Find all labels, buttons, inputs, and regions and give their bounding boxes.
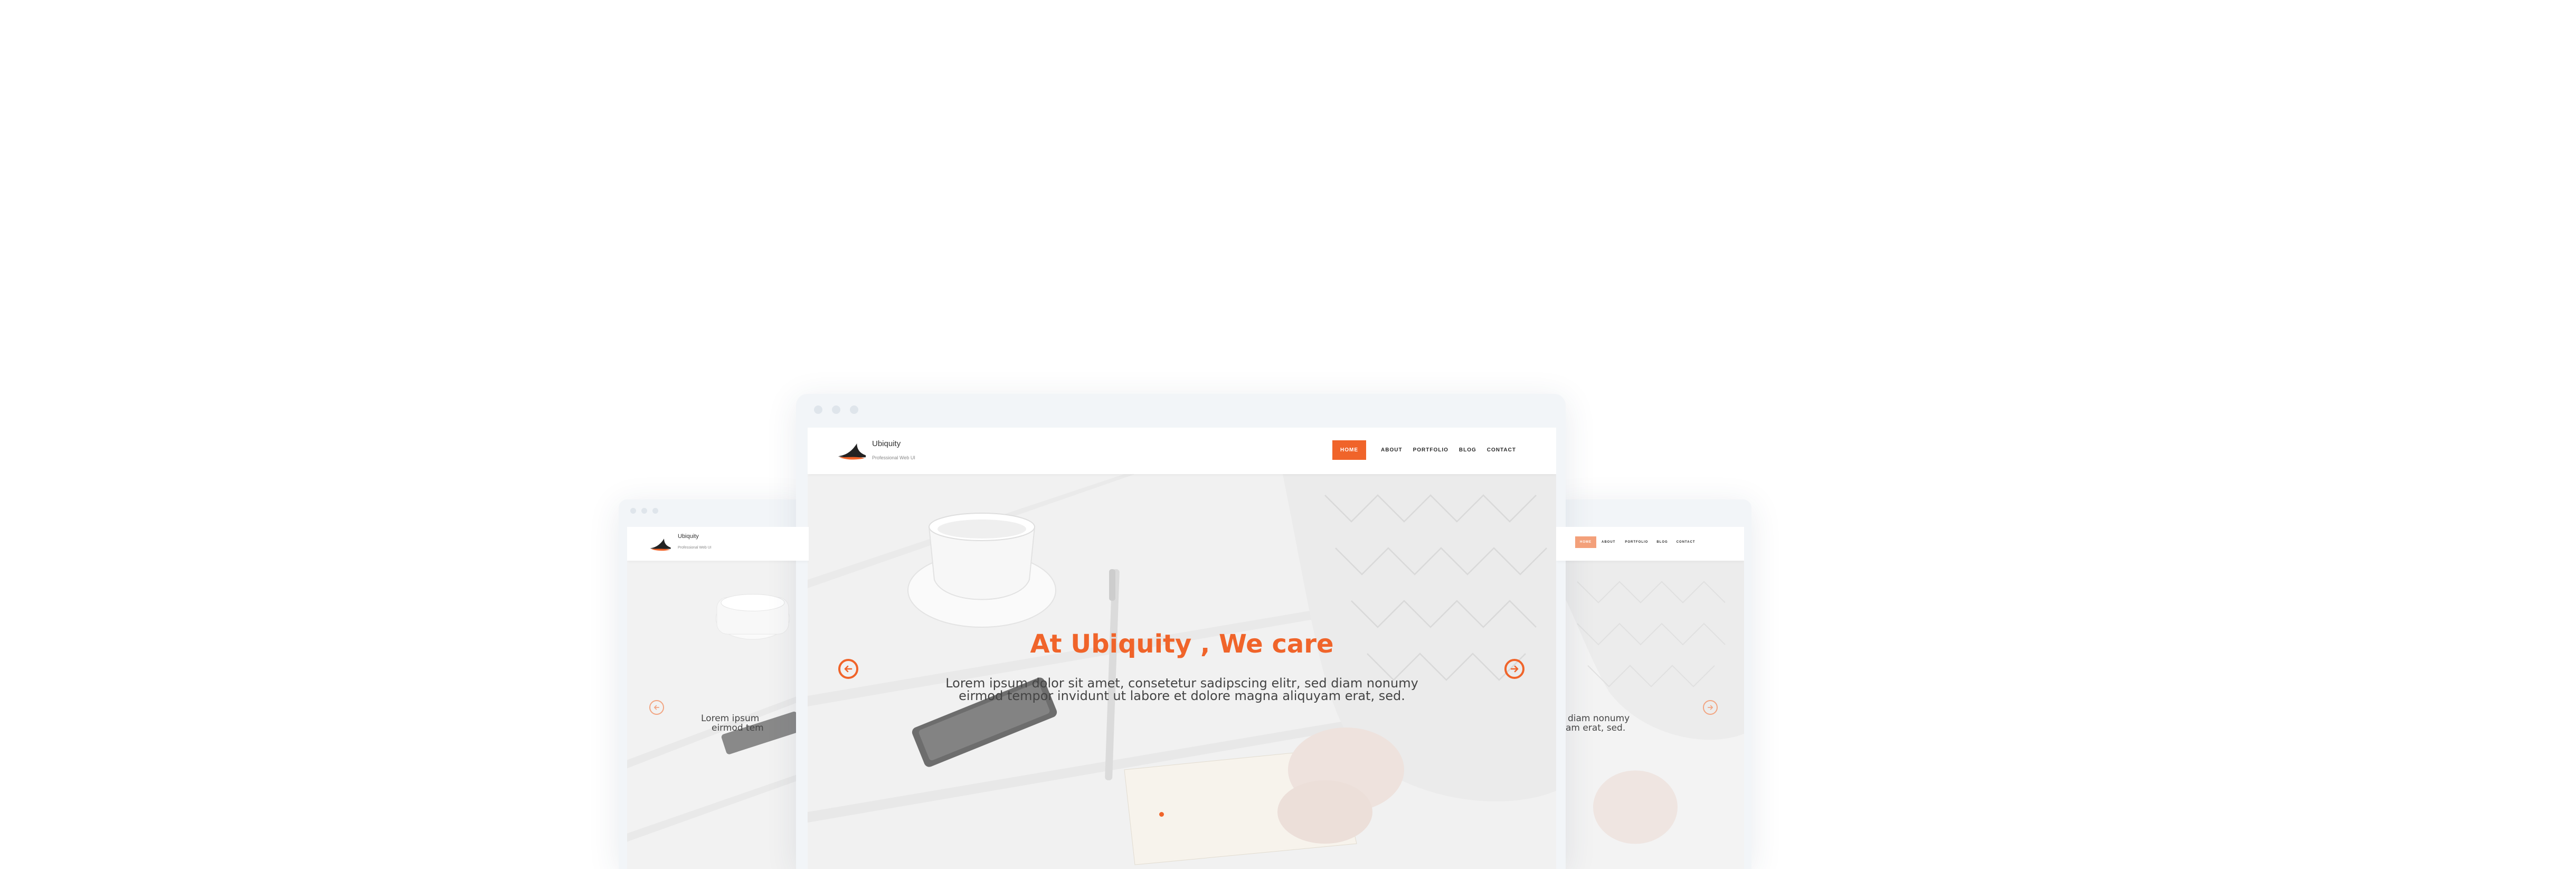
site-header: Ubiquity Professional Web UI HOME ABOUT … <box>808 428 1556 474</box>
window-dot <box>814 405 822 414</box>
next-slide-button[interactable] <box>1703 700 1718 715</box>
arrow-left-circle-icon <box>844 665 853 673</box>
left-browser-window: Ubiquity Professional Web UI Lorem ipsum… <box>619 499 809 869</box>
window-dot <box>630 508 636 514</box>
main-browser-window: Ubiquity Professional Web UI HOME ABOUT … <box>796 394 1566 869</box>
hero-subtitle: Lorem ipsum dolor sit amet, consetetur s… <box>808 677 1556 702</box>
bird-wing-logo-icon <box>838 443 866 460</box>
right-hero: diam nonumy am erat, sed. <box>1556 561 1744 869</box>
hero-subtitle-line1: Lorem ipsum <box>701 713 760 724</box>
prev-slide-button[interactable] <box>649 700 664 715</box>
brand-name[interactable]: Ubiquity <box>678 533 699 540</box>
arrow-right-circle-icon <box>1510 665 1519 673</box>
hero-title: At Ubiquity , We care <box>1030 629 1334 659</box>
hero-subtitle: diam nonumy am erat, sed. <box>1556 714 1744 733</box>
nav-about[interactable]: ABOUT <box>1376 440 1408 460</box>
nav-portfolio[interactable]: PORTFOLIO <box>1408 440 1454 460</box>
window-dot <box>641 508 647 514</box>
arrow-left-circle-icon <box>654 705 660 710</box>
nav-home[interactable]: HOME <box>1332 440 1366 460</box>
right-main-nav: HOME ABOUT PORTFOLIO BLOG CONTACT <box>1575 536 1700 548</box>
nav-contact[interactable]: CONTACT <box>1672 536 1700 548</box>
hero-subtitle: Lorem ipsum eirmod tem <box>701 714 809 733</box>
hero-subtitle-line1: Lorem ipsum dolor sit amet, consetetur s… <box>945 676 1418 691</box>
window-dot <box>850 405 858 414</box>
hero-subtitle-line2: eirmod tem <box>712 723 764 733</box>
hero-photo <box>808 474 1556 869</box>
right-browser-window: HOME ABOUT PORTFOLIO BLOG CONTACT diam n… <box>1556 499 1751 869</box>
nav-about[interactable]: ABOUT <box>1596 536 1621 548</box>
right-screen: HOME ABOUT PORTFOLIO BLOG CONTACT diam n… <box>1556 527 1744 869</box>
nav-blog[interactable]: BLOG <box>1454 440 1482 460</box>
next-slide-button[interactable] <box>1504 659 1524 679</box>
hero-slider: At Ubiquity , We care Lorem ipsum dolor … <box>808 474 1556 869</box>
left-site-header: Ubiquity Professional Web UI <box>627 527 809 561</box>
prev-slide-button[interactable] <box>838 659 858 679</box>
arrow-right-circle-icon <box>1707 705 1713 710</box>
main-nav: HOME ABOUT PORTFOLIO BLOG CONTACT <box>1332 440 1521 460</box>
hero-subtitle-line1: diam nonumy <box>1568 713 1630 724</box>
window-dot <box>832 405 840 414</box>
brand-name[interactable]: Ubiquity <box>872 439 901 448</box>
left-screen: Ubiquity Professional Web UI Lorem ipsum… <box>627 527 809 869</box>
left-hero: Lorem ipsum eirmod tem <box>627 561 809 869</box>
bird-wing-logo-icon <box>650 539 671 551</box>
brand-tagline: Professional Web UI <box>678 546 712 550</box>
window-dot <box>652 508 658 514</box>
brand-tagline: Professional Web UI <box>872 455 915 460</box>
nav-contact[interactable]: CONTACT <box>1482 440 1521 460</box>
nav-portfolio[interactable]: PORTFOLIO <box>1621 536 1652 548</box>
nav-blog[interactable]: BLOG <box>1652 536 1672 548</box>
slider-pagination-dot[interactable] <box>1159 812 1164 817</box>
main-screen: Ubiquity Professional Web UI HOME ABOUT … <box>808 428 1556 869</box>
hero-subtitle-line2: eirmod tempor invidunt ut labore et dolo… <box>959 688 1405 703</box>
nav-home[interactable]: HOME <box>1575 536 1596 548</box>
right-site-header: HOME ABOUT PORTFOLIO BLOG CONTACT <box>1556 527 1744 561</box>
hero-subtitle-line2: am erat, sed. <box>1566 723 1626 733</box>
